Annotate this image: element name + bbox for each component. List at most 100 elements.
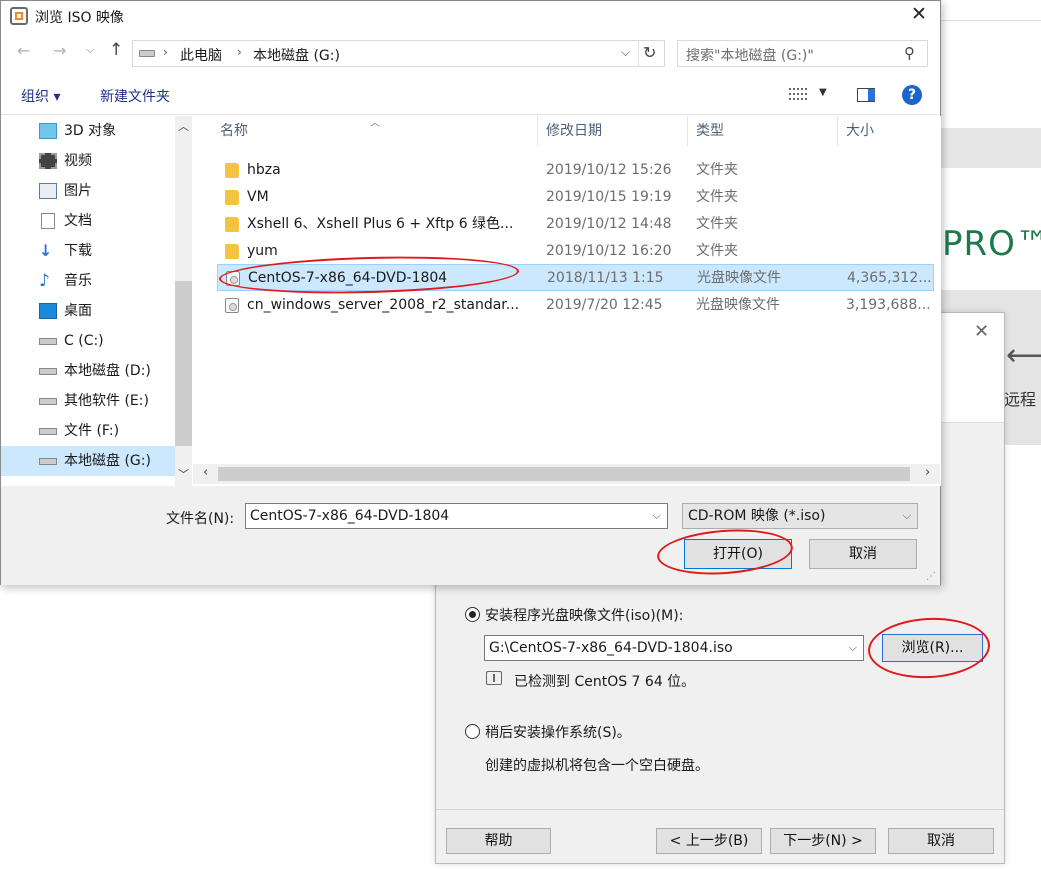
nav-item-documents[interactable]: 文档 [1,206,175,236]
file-row-yum[interactable]: yum 2019/10/12 16:20 文件夹 [217,238,934,265]
nav-scroll-thumb[interactable] [175,281,192,446]
file-list-pane: ︿ 名称 修改日期 类型 大小 hbza 2019/10/12 15:26 文件… [193,116,941,486]
address-dropdown-icon[interactable]: ⌵ [621,45,630,60]
file-hscrollbar[interactable]: ‹ › [193,464,940,484]
nav-item-drive-e[interactable]: 其他软件 (E:) [1,386,175,416]
info-icon-mark [493,674,495,682]
nav-item-3d-objects[interactable]: 3D 对象 [1,116,175,146]
file-row-windows-iso[interactable]: cn_windows_server_2008_r2_standar... 201… [217,292,934,319]
file-type-filter[interactable]: CD-ROM 映像 (*.iso) ⌵ [682,503,918,529]
scroll-up-icon[interactable]: ︿ [178,118,189,134]
column-separator [687,116,688,146]
file-modified: 2019/10/12 14:48 [546,216,672,232]
preview-pane-fill [868,89,875,101]
browse-button[interactable]: 浏览(R)... [882,634,983,662]
column-header-size[interactable]: 大小 [846,116,874,146]
breadcrumb-drive-g[interactable]: 本地磁盘 (G:) [253,45,340,65]
nav-item-label: 3D 对象 [64,123,117,139]
nav-item-music[interactable]: ♪ 音乐 [1,266,175,296]
nav-item-drive-d[interactable]: 本地磁盘 (D:) [1,356,175,386]
new-folder-button[interactable]: 新建文件夹 [100,86,170,106]
drive-icon [39,428,57,435]
info-icon [486,671,502,685]
file-row-hbza[interactable]: hbza 2019/10/12 15:26 文件夹 [217,157,934,184]
folder-icon [225,163,239,178]
nav-item-label: C (C:) [64,333,104,349]
nav-item-label: 其他软件 (E:) [64,393,149,409]
preview-pane-icon[interactable] [857,88,875,102]
h-scroll-thumb[interactable] [218,467,910,481]
nav-item-downloads[interactable]: ↓ 下载 [1,236,175,266]
back-arrow-icon[interactable]: ← [17,41,30,60]
filename-input[interactable]: CentOS-7-x86_64-DVD-1804 ⌵ [245,503,668,529]
up-arrow-icon[interactable]: ↑ [109,40,123,60]
recent-chevron-icon[interactable]: ⌵ [86,43,94,57]
column-separator [837,116,838,146]
help-button[interactable]: 帮助 [446,828,551,854]
close-icon[interactable]: ✕ [911,3,927,25]
vmware-app-icon-inner [15,12,23,20]
file-modified: 2019/7/20 12:45 [546,297,663,313]
address-box[interactable]: › 此电脑 › 本地磁盘 (G:) ⌵ ↻ [132,40,665,67]
nav-item-label: 音乐 [64,273,92,289]
install-iso-label: 安装程序光盘映像文件(iso)(M): [485,608,684,624]
wizard-footer-divider [436,809,1004,810]
back-button[interactable]: < 上一步(B) [656,828,762,854]
view-dropdown-icon[interactable]: ▼ [819,87,827,98]
file-row-centos-iso[interactable]: CentOS-7-x86_64-DVD-1804 2018/11/13 1:15… [217,264,934,291]
scroll-left-icon[interactable]: ‹ [203,465,208,480]
wizard-close-icon[interactable]: ✕ [974,321,989,342]
iso-path-combo[interactable]: G:\CentOS-7-x86_64-DVD-1804.iso ⌵ [484,635,864,661]
scroll-down-icon[interactable]: ﹀ [178,466,189,482]
nav-item-drive-c[interactable]: C (C:) [1,326,175,356]
refresh-icon[interactable]: ↻ [643,43,656,62]
column-header-name[interactable]: 名称 [220,116,248,146]
drive-icon [39,458,57,465]
install-iso-radio[interactable] [465,607,480,622]
bg-remote-label: 远程 [1004,390,1037,409]
resize-grip-icon[interactable]: ⋰ [926,571,936,582]
title-bar: 浏览 ISO 映像 ✕ [1,1,940,32]
file-name: hbza [247,162,281,178]
documents-icon [41,213,55,229]
folder-icon [225,244,239,259]
open-button[interactable]: 打开(O) [684,539,792,569]
nav-item-pictures[interactable]: 图片 [1,176,175,206]
forward-arrow-icon[interactable]: → [53,41,66,60]
file-type: 文件夹 [696,162,738,178]
detected-os-text: 已检测到 CentOS 7 64 位。 [514,674,696,690]
nav-item-label: 文档 [64,213,92,229]
breadcrumb-this-pc[interactable]: 此电脑 [180,45,222,65]
nav-item-desktop[interactable]: 桌面 [1,296,175,326]
organize-button[interactable]: 组织 ▾ [21,86,60,106]
breadcrumb-sep-icon: › [163,45,168,59]
nav-item-drive-g[interactable]: 本地磁盘 (G:) [1,446,175,476]
drive-c-icon [39,338,57,345]
breadcrumb-sep-icon: › [237,45,242,59]
nav-item-drive-f[interactable]: 文件 (F:) [1,416,175,446]
file-type: 文件夹 [696,243,738,259]
dialog-cancel-button[interactable]: 取消 [809,539,917,569]
browse-iso-dialog: 浏览 ISO 映像 ✕ ← → ⌵ ↑ › 此电脑 › 本地磁盘 (G:) ⌵ … [0,0,941,585]
scroll-right-icon[interactable]: › [925,465,930,480]
file-row-vm[interactable]: VM 2019/10/15 19:19 文件夹 [217,184,934,211]
drive-icon [139,50,155,57]
search-input[interactable]: 搜索"本地磁盘 (G:)" ⚲ [677,40,928,67]
download-icon: ↓ [39,241,53,260]
column-header-modified[interactable]: 修改日期 [546,116,602,146]
file-type-filter-value: CD-ROM 映像 (*.iso) [688,508,826,524]
file-row-xshell[interactable]: Xshell 6、Xshell Plus 6 + Xftp 6 绿色... 20… [217,211,934,238]
help-icon[interactable]: ? [902,85,922,105]
view-list-icon[interactable] [789,87,807,101]
install-later-desc: 创建的虚拟机将包含一个空白硬盘。 [485,758,709,774]
nav-item-label: 本地磁盘 (D:) [64,363,151,379]
next-button[interactable]: 下一步(N) > [770,828,876,854]
wizard-cancel-button[interactable]: 取消 [888,828,994,854]
file-type: 文件夹 [696,216,738,232]
search-icon[interactable]: ⚲ [904,44,915,62]
nav-scrollbar[interactable]: ︿ ﹀ [175,116,192,486]
install-later-radio[interactable] [465,724,480,739]
install-later-label: 稍后安装操作系统(S)。 [485,725,631,741]
nav-item-video[interactable]: 视频 [1,146,175,176]
column-header-type[interactable]: 类型 [696,116,724,146]
